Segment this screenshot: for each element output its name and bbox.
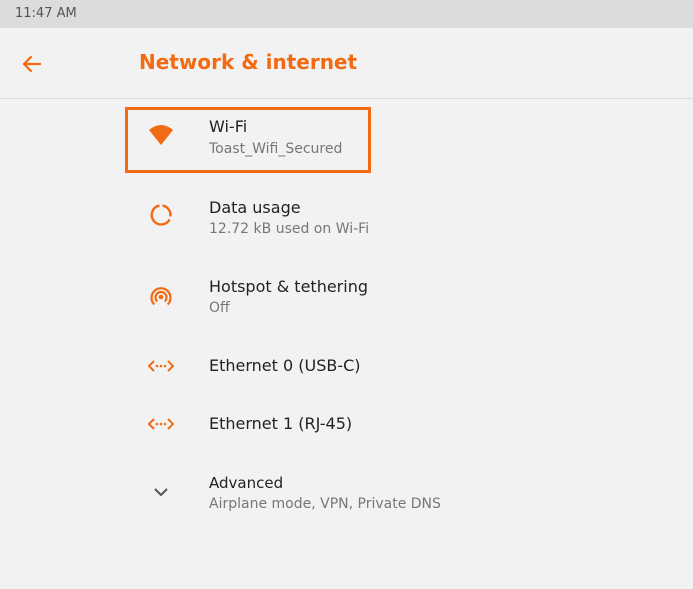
- wifi-title: Wi-Fi: [209, 117, 248, 136]
- data-usage-item[interactable]: Data usage 12.72 kB used on Wi-Fi: [0, 179, 693, 259]
- data-usage-summary: 12.72 kB used on Wi-Fi: [209, 221, 370, 237]
- advanced-summary: Airplane mode, VPN, Private DNS: [209, 496, 441, 512]
- hotspot-summary: Off: [209, 300, 230, 316]
- app-bar: Network & internet: [0, 28, 693, 99]
- hotspot-title: Hotspot & tethering: [209, 277, 368, 296]
- ethernet-1-item[interactable]: Ethernet 1 (RJ-45): [0, 399, 693, 459]
- arrow-left-icon: [22, 55, 42, 73]
- status-bar: 11:47 AM: [0, 0, 693, 28]
- hotspot-item[interactable]: Hotspot & tethering Off: [0, 259, 693, 339]
- wifi-summary: Toast_Wifi_Secured: [209, 141, 343, 157]
- wifi-item[interactable]: Wi-Fi Toast_Wifi_Secured: [0, 99, 693, 179]
- back-button[interactable]: [16, 48, 48, 80]
- advanced-title: Advanced: [209, 474, 284, 492]
- page-title: Network & internet: [139, 50, 358, 74]
- ethernet-1-title: Ethernet 1 (RJ-45): [209, 414, 353, 433]
- ethernet-0-item[interactable]: Ethernet 0 (USB-C): [0, 339, 693, 399]
- ethernet-0-title: Ethernet 0 (USB-C): [209, 356, 361, 375]
- wifi-icon: [146, 120, 176, 150]
- ethernet-icon: [146, 409, 176, 439]
- advanced-item[interactable]: Advanced Airplane mode, VPN, Private DNS: [0, 459, 693, 529]
- data-usage-title: Data usage: [209, 198, 301, 217]
- hotspot-icon: [146, 281, 176, 311]
- data-usage-icon: [146, 200, 176, 230]
- status-time: 11:47 AM: [15, 6, 77, 21]
- chevron-down-icon: [146, 477, 176, 507]
- ethernet-icon: [146, 351, 176, 381]
